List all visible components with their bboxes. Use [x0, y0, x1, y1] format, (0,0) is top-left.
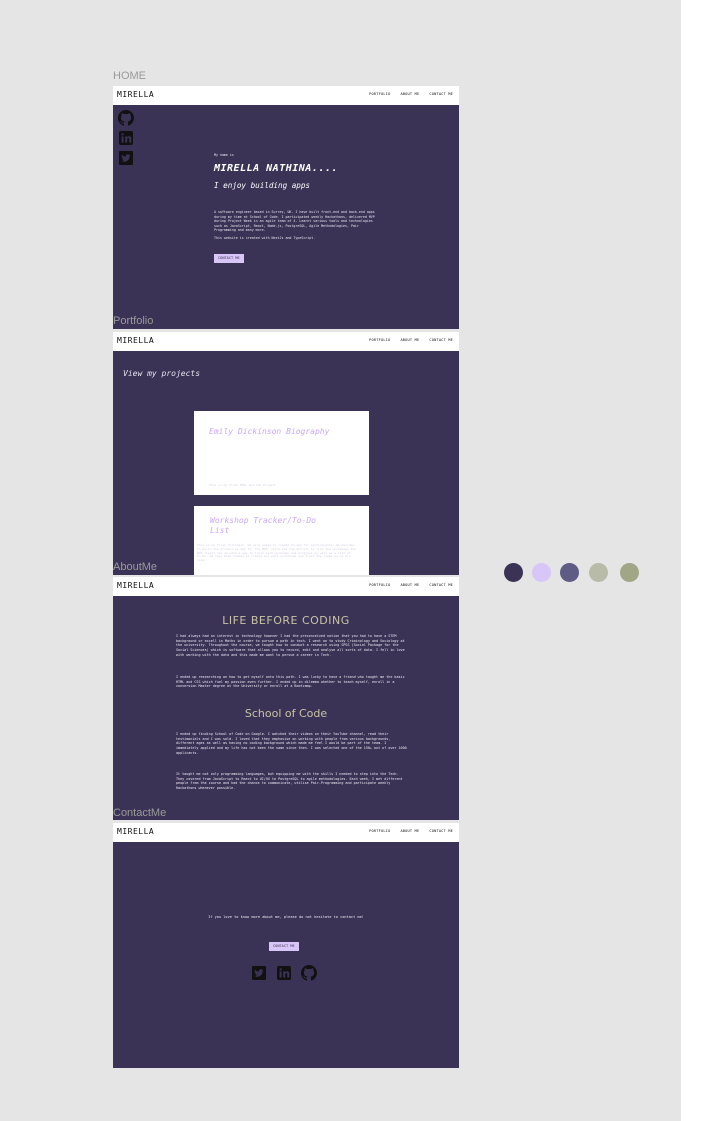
- frame-portfolio[interactable]: MIRELLA PORTFOLIO ABOUT ME CONTACT ME Vi…: [113, 332, 459, 575]
- color-swatch[interactable]: [560, 563, 579, 582]
- about-paragraph: I ended up finding School of Code on Goo…: [176, 732, 407, 755]
- frame-label-contact[interactable]: ContactMe: [113, 807, 166, 819]
- color-swatch[interactable]: [589, 563, 608, 582]
- hero-bio: A software engineer based in Surrey, UK.…: [214, 210, 375, 232]
- project-card[interactable]: Emily Dickinson Biography This is my fir…: [194, 411, 369, 495]
- nav-links: PORTFOLIO ABOUT ME CONTACT ME: [369, 583, 453, 587]
- frame-label-home[interactable]: HOME: [113, 70, 146, 82]
- social-links: [251, 965, 317, 981]
- project-desc: This is my first HTML and CSS Project: [209, 483, 276, 487]
- nav-link-about[interactable]: ABOUT ME: [400, 92, 419, 96]
- intro-text: My name is: [214, 153, 234, 157]
- github-icon[interactable]: [118, 110, 134, 126]
- logo[interactable]: MIRELLA: [117, 827, 154, 836]
- hero-name: MIRELLA NATHINA....: [214, 163, 338, 174]
- project-title[interactable]: Workshop Tracker/To-Do List: [210, 516, 330, 536]
- linkedin-icon[interactable]: [276, 965, 292, 981]
- color-swatch[interactable]: [504, 563, 523, 582]
- contact-me-button[interactable]: CONTACT ME: [214, 254, 244, 263]
- twitter-icon[interactable]: [251, 965, 267, 981]
- color-swatch[interactable]: [532, 563, 551, 582]
- frame-label-portfolio[interactable]: Portfolio: [113, 315, 153, 327]
- contact-me-button[interactable]: CONTACT ME: [269, 942, 299, 951]
- color-swatch[interactable]: [620, 563, 639, 582]
- navbar: MIRELLA PORTFOLIO ABOUT ME CONTACT ME: [113, 823, 459, 842]
- navbar: MIRELLA PORTFOLIO ABOUT ME CONTACT ME: [113, 86, 459, 105]
- frame-label-about[interactable]: AboutMe: [113, 561, 157, 573]
- nav-link-portfolio[interactable]: PORTFOLIO: [369, 92, 390, 96]
- about-heading-life: LIFE BEFORE CODING: [222, 614, 350, 627]
- hero-built-with: This website is created with NextJs and …: [214, 236, 316, 240]
- about-paragraph: I had always had an interest in technolo…: [176, 634, 405, 657]
- frame-about[interactable]: MIRELLA PORTFOLIO ABOUT ME CONTACT ME LI…: [113, 577, 459, 820]
- project-desc: This is my first fullstack. We were aske…: [197, 543, 356, 563]
- about-paragraph: I ended up researching on how to get mys…: [176, 675, 405, 689]
- project-card[interactable]: Workshop Tracker/To-Do List This is my f…: [194, 506, 369, 575]
- nav-link-contact[interactable]: CONTACT ME: [429, 583, 453, 587]
- navbar: MIRELLA PORTFOLIO ABOUT ME CONTACT ME: [113, 332, 459, 351]
- contact-message: If you love to know more about me, pleas…: [208, 915, 364, 919]
- twitter-icon[interactable]: [118, 150, 134, 166]
- hero-tagline: I enjoy building apps: [214, 181, 311, 190]
- social-links: [118, 110, 134, 166]
- nav-link-portfolio[interactable]: PORTFOLIO: [369, 583, 390, 587]
- portfolio-heading: View my projects: [123, 369, 201, 378]
- nav-link-about[interactable]: ABOUT ME: [400, 829, 419, 833]
- linkedin-icon[interactable]: [118, 130, 134, 146]
- nav-link-portfolio[interactable]: PORTFOLIO: [369, 338, 390, 342]
- nav-link-contact[interactable]: CONTACT ME: [429, 338, 453, 342]
- nav-link-about[interactable]: ABOUT ME: [400, 338, 419, 342]
- about-heading-soc: School of Code: [244, 707, 328, 720]
- logo[interactable]: MIRELLA: [117, 90, 154, 99]
- nav-links: PORTFOLIO ABOUT ME CONTACT ME: [369, 829, 453, 833]
- nav-link-contact[interactable]: CONTACT ME: [429, 829, 453, 833]
- frame-home[interactable]: MIRELLA PORTFOLIO ABOUT ME CONTACT ME My…: [113, 86, 459, 329]
- nav-link-contact[interactable]: CONTACT ME: [429, 92, 453, 96]
- project-title[interactable]: Emily Dickinson Biography: [209, 427, 329, 436]
- logo[interactable]: MIRELLA: [117, 581, 154, 590]
- github-icon[interactable]: [301, 965, 317, 981]
- nav-links: PORTFOLIO ABOUT ME CONTACT ME: [369, 338, 453, 342]
- nav-links: PORTFOLIO ABOUT ME CONTACT ME: [369, 92, 453, 96]
- logo[interactable]: MIRELLA: [117, 336, 154, 345]
- frame-contact[interactable]: MIRELLA PORTFOLIO ABOUT ME CONTACT ME If…: [113, 823, 459, 1068]
- navbar: MIRELLA PORTFOLIO ABOUT ME CONTACT ME: [113, 577, 459, 596]
- about-paragraph: It taught me not only programming langua…: [176, 772, 403, 791]
- nav-link-about[interactable]: ABOUT ME: [400, 583, 419, 587]
- nav-link-portfolio[interactable]: PORTFOLIO: [369, 829, 390, 833]
